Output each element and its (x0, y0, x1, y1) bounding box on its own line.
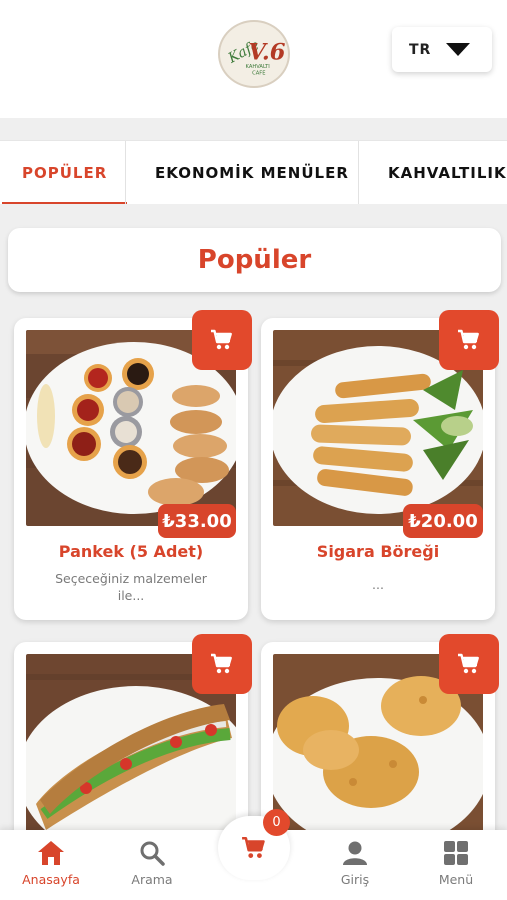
tab-divider (358, 141, 359, 204)
product-card[interactable]: ₺20.00 Sigara Böreği ... (261, 310, 499, 620)
nav-login[interactable]: Giriş (310, 838, 400, 894)
tab-kahvaltiliklar[interactable]: KAHVALTILIKLA (388, 141, 507, 204)
app-header: Kafe V.6 KAHVALTI CAFE TR (0, 0, 507, 118)
add-to-cart-button[interactable] (192, 634, 252, 694)
search-icon (137, 838, 167, 868)
add-to-cart-button[interactable] (192, 310, 252, 370)
nav-menu[interactable]: Menü (411, 838, 501, 894)
nav-home-label: Anasayfa (22, 872, 80, 887)
cart-icon (211, 329, 232, 350)
cart-count-badge: 0 (263, 809, 290, 836)
grid-icon (441, 838, 471, 868)
price-badge: ₺33.00 (158, 504, 236, 538)
caret-down-icon (446, 43, 470, 56)
nav-login-label: Giriş (340, 872, 370, 887)
language-selector[interactable]: TR (392, 27, 492, 72)
tab-ekonomik-menuler[interactable]: EKONOMİK MENÜLER (155, 141, 349, 204)
section-header: Popüler (8, 228, 501, 292)
cart-icon (458, 653, 479, 674)
category-tabs: POPÜLER EKONOMİK MENÜLER KAHVALTILIKLA (0, 140, 507, 204)
product-description: Seçeceğiniz malzemeler ile... (55, 571, 207, 603)
nav-search-label: Arama (131, 872, 173, 887)
section-title: Popüler (197, 245, 312, 275)
product-card[interactable]: ₺33.00 Pankek (5 Adet) Seçeceğiniz malze… (14, 310, 252, 620)
svg-text:CAFE: CAFE (252, 71, 265, 77)
nav-search[interactable]: Arama (107, 838, 197, 894)
svg-text:KAHVALTI: KAHVALTI (246, 64, 271, 70)
language-label: TR (409, 41, 432, 58)
tab-populer[interactable]: POPÜLER (1, 141, 128, 204)
product-description: ... (372, 577, 384, 592)
brand-logo[interactable]: Kafe V.6 KAHVALTI CAFE (218, 20, 290, 88)
add-to-cart-button[interactable] (439, 634, 499, 694)
add-to-cart-button[interactable] (439, 310, 499, 370)
nav-home[interactable]: Anasayfa (6, 838, 96, 894)
user-icon (340, 838, 370, 868)
svg-text:V.6: V.6 (248, 40, 285, 66)
cart-icon (458, 329, 479, 350)
tab-divider (125, 141, 126, 204)
product-name[interactable]: Pankek (5 Adet) (14, 542, 248, 561)
home-icon (36, 838, 66, 868)
cart-icon (211, 653, 232, 674)
product-name[interactable]: Sigara Böreği (261, 542, 495, 561)
nav-menu-label: Menü (438, 872, 474, 887)
cart-icon (242, 836, 265, 858)
price-badge: ₺20.00 (403, 504, 483, 538)
logo-graphic: Kafe V.6 KAHVALTI CAFE (222, 22, 286, 86)
